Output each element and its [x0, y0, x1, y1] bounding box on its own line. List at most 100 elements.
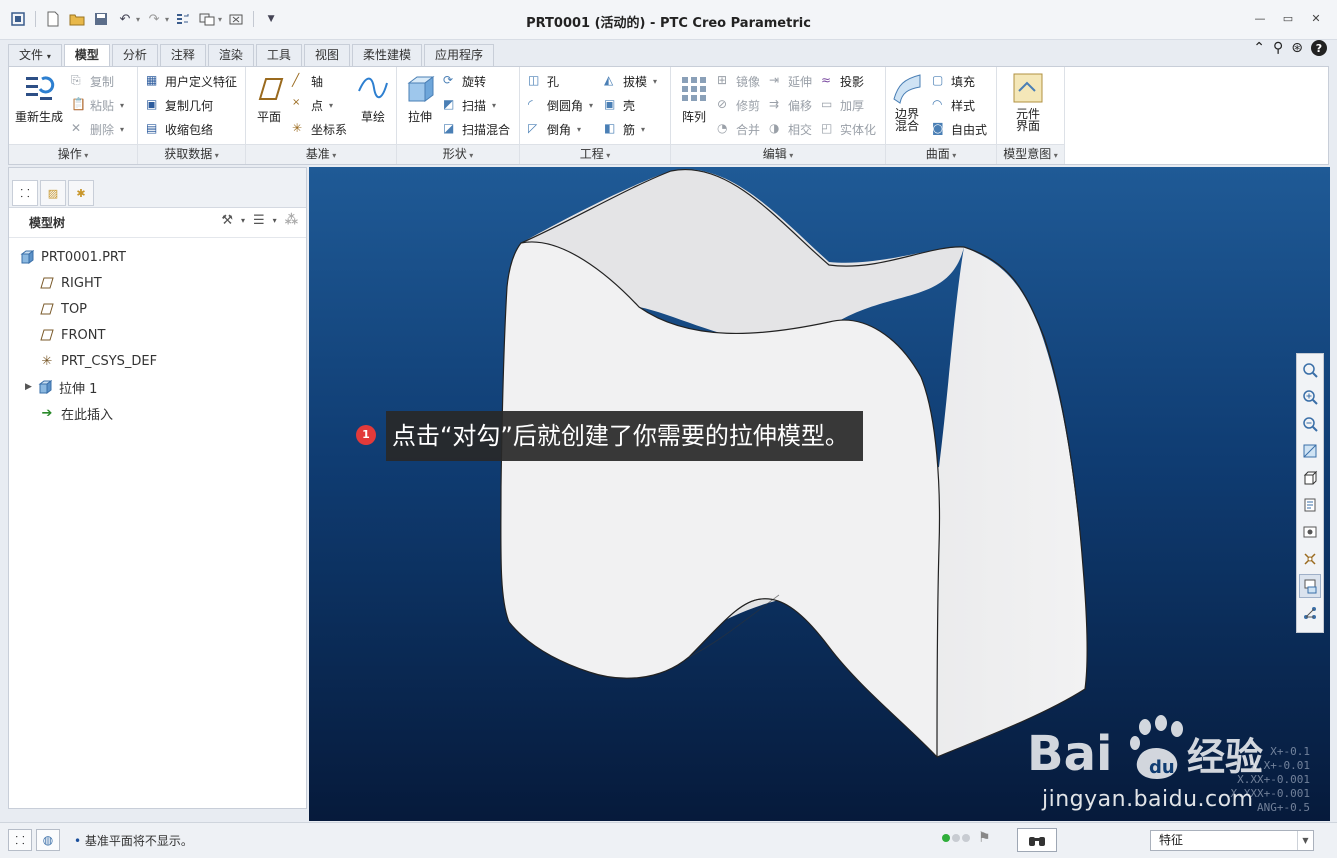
copy-geometry-button[interactable]: ▣ 复制几何	[146, 95, 213, 115]
sketch-button[interactable]: 草绘	[356, 71, 390, 125]
copy-button[interactable]: ⎘ 复制	[71, 71, 114, 91]
thicken-button[interactable]: ▭ 加厚	[821, 95, 864, 115]
search-icon[interactable]: ⚲	[1273, 40, 1283, 56]
regeneration-status-lights	[942, 834, 970, 842]
mirror-button[interactable]: ⊞ 镜像	[717, 71, 760, 91]
component-interface-button[interactable]: 元件界面	[1011, 71, 1045, 132]
group-label-get-data[interactable]: 获取数据	[138, 144, 245, 164]
swept-blend-button[interactable]: ◪ 扫描混合	[443, 119, 510, 139]
graphics-viewport[interactable]: 1 点击“对勾”后就创建了你需要的拉伸模型。 X+-0.1 X.X+-0.01 …	[309, 167, 1330, 821]
style-button[interactable]: ◠ 样式	[932, 95, 975, 115]
flag-icon[interactable]: ⚑	[978, 830, 991, 846]
point-button[interactable]: × 点 ▾	[292, 95, 333, 115]
extrude-button[interactable]: 拉伸	[403, 71, 437, 125]
tab-view[interactable]: 视图	[303, 44, 350, 66]
fill-button[interactable]: ▢ 填充	[932, 71, 975, 91]
freestyle-icon: ◙	[932, 121, 944, 135]
axis-button[interactable]: ╱ 轴	[292, 71, 323, 91]
trim-button[interactable]: ⊘ 修剪	[717, 95, 760, 115]
expand-icon[interactable]: ▶	[25, 382, 37, 392]
tab-file[interactable]: 文件 ▾	[8, 44, 62, 66]
refit-icon[interactable]	[1299, 358, 1321, 382]
udf-button[interactable]: ▦ 用户定义特征	[146, 71, 237, 91]
tab-annotate[interactable]: 注释	[159, 44, 206, 66]
intersect-button[interactable]: ◑ 相交	[769, 119, 812, 139]
group-label-datum[interactable]: 基准	[246, 144, 396, 164]
tree-item-right[interactable]: RIGHT	[39, 272, 102, 294]
boundary-blend-button[interactable]: 边界混合	[890, 71, 924, 132]
tree-item-csys[interactable]: ✳ PRT_CSYS_DEF	[39, 350, 158, 372]
display-style-icon[interactable]	[1299, 466, 1321, 490]
selection-filter-select[interactable]: 特征 ▼	[1150, 830, 1314, 851]
shrinkwrap-button[interactable]: ▤ 收缩包络	[146, 119, 213, 139]
tab-render[interactable]: 渲染	[207, 44, 254, 66]
group-label-operations[interactable]: 操作	[9, 144, 137, 164]
status-left-buttons: ⸬ ◍	[8, 829, 60, 851]
paste-button[interactable]: 📋 粘贴 ▾	[71, 95, 124, 115]
find-binoculars-icon[interactable]	[1017, 828, 1057, 852]
annotation-display-icon[interactable]	[1299, 574, 1321, 598]
group-label-engineering[interactable]: 工程	[520, 144, 670, 164]
plane-button[interactable]: 平面	[252, 71, 286, 125]
group-label-shapes[interactable]: 形状	[397, 144, 519, 164]
regenerate-button[interactable]: 重新生成	[15, 71, 63, 125]
delete-button[interactable]: ✕ 删除 ▾	[71, 119, 124, 139]
favorites-tab-icon[interactable]: ✱	[68, 180, 94, 206]
draft-button[interactable]: ◭ 拔模 ▾	[604, 71, 657, 91]
csys-button[interactable]: ✳ 坐标系	[292, 119, 347, 139]
community-icon[interactable]: ⊛	[1291, 40, 1303, 56]
tree-filter-icon[interactable]: ⁂	[285, 213, 298, 228]
merge-button[interactable]: ◔ 合并	[717, 119, 760, 139]
repaint-icon[interactable]	[1299, 439, 1321, 463]
chamfer-button[interactable]: ◸ 倒角 ▾	[528, 119, 581, 139]
merge-icon: ◔	[717, 121, 728, 135]
group-label-model-intent[interactable]: 模型意图	[997, 144, 1064, 164]
spin-center-icon[interactable]	[1299, 601, 1321, 625]
help-icon[interactable]: ?	[1311, 40, 1327, 56]
tree-item-extrude[interactable]: ▶ 拉伸 1	[25, 376, 97, 398]
tab-applications[interactable]: 应用程序	[423, 44, 494, 66]
tab-model[interactable]: 模型	[63, 44, 110, 67]
datum-display-icon[interactable]	[1299, 547, 1321, 571]
tree-settings-icon[interactable]: ⚒	[221, 213, 233, 228]
extend-icon: ⇥	[769, 73, 780, 87]
tree-item-top[interactable]: TOP	[39, 298, 87, 320]
model-tree-tab-icon[interactable]: ⸬	[12, 180, 38, 206]
tree-item-part[interactable]: PRT0001.PRT	[19, 246, 126, 268]
style-icon: ◠	[932, 97, 943, 111]
zoom-in-icon[interactable]	[1299, 385, 1321, 409]
tree-item-insert-here[interactable]: ➔ 在此插入	[39, 402, 113, 424]
tree-item-front[interactable]: FRONT	[39, 324, 105, 346]
pattern-button[interactable]: 阵列	[677, 71, 711, 125]
toggle-browser-icon[interactable]: ◍	[36, 829, 60, 851]
round-button[interactable]: ◜ 倒圆角 ▾	[528, 95, 593, 115]
revolve-button[interactable]: ⟳ 旋转	[443, 71, 486, 91]
folder-browser-tab-icon[interactable]: ▨	[40, 180, 66, 206]
minimize-icon[interactable]: —	[1249, 10, 1271, 26]
extend-button[interactable]: ⇥ 延伸	[769, 71, 812, 91]
collapse-ribbon-icon[interactable]: ⌃	[1253, 40, 1265, 56]
solidify-button[interactable]: ◰ 实体化	[821, 119, 876, 139]
maximize-icon[interactable]: ▭	[1277, 10, 1299, 26]
rib-icon: ◧	[604, 121, 616, 135]
group-label-surfaces[interactable]: 曲面	[886, 144, 996, 164]
tab-flexible-modeling[interactable]: 柔性建模	[351, 44, 422, 66]
rib-button[interactable]: ◧ 筋 ▾	[604, 119, 645, 139]
tab-analysis[interactable]: 分析	[111, 44, 158, 66]
chevron-down-icon[interactable]: ▼	[1297, 831, 1313, 850]
group-label-editing[interactable]: 编辑	[671, 144, 885, 164]
freestyle-button[interactable]: ◙ 自由式	[932, 119, 987, 139]
tab-tools[interactable]: 工具	[255, 44, 302, 66]
tree-columns-icon[interactable]: ☰	[253, 213, 265, 228]
close-icon[interactable]: ✕	[1305, 10, 1327, 26]
project-button[interactable]: ≈ 投影	[821, 71, 864, 91]
saved-orientations-icon[interactable]	[1299, 493, 1321, 517]
datum-plane-icon	[39, 327, 55, 343]
toggle-navigator-icon[interactable]: ⸬	[8, 829, 32, 851]
shell-button[interactable]: ▣ 壳	[604, 95, 635, 115]
sweep-button[interactable]: ◩ 扫描 ▾	[443, 95, 496, 115]
offset-button[interactable]: ⇉ 偏移	[769, 95, 812, 115]
hole-button[interactable]: ◫ 孔	[528, 71, 559, 91]
zoom-out-icon[interactable]	[1299, 412, 1321, 436]
view-manager-icon[interactable]	[1299, 520, 1321, 544]
